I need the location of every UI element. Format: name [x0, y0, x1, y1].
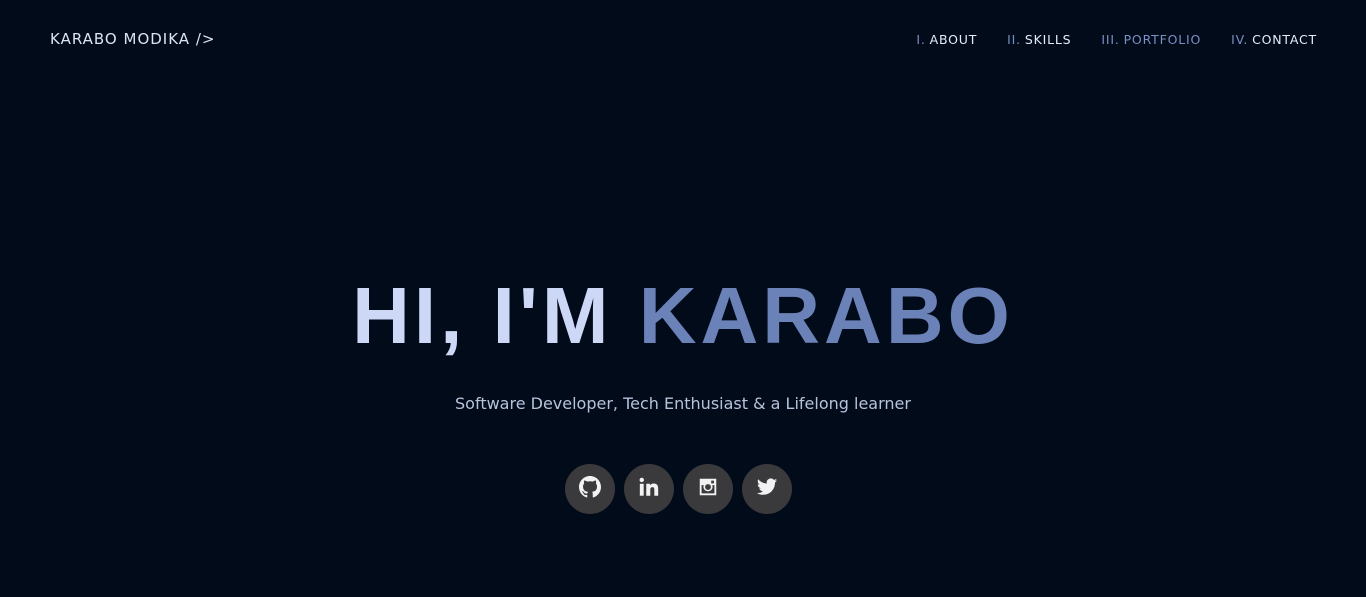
hero-subtitle: Software Developer, Tech Enthusiast & a …: [455, 394, 911, 413]
nav-item-label: SKILLS: [1024, 32, 1072, 47]
nav-item-about[interactable]: I. ABOUT: [916, 32, 977, 47]
nav-item-label: CONTACT: [1252, 32, 1317, 47]
twitter-link-button[interactable]: [742, 464, 792, 514]
nav-item-label: PORTFOLIO: [1123, 32, 1202, 47]
social-links: [565, 464, 792, 514]
nav-item-skills[interactable]: II. SKILLS: [1007, 32, 1071, 47]
page: KARABO MODIKA /> I. ABOUT II. SKILLS III. P…: [0, 0, 1366, 597]
github-link-button[interactable]: [565, 464, 615, 514]
nav-item-number: I.: [916, 32, 926, 47]
nav-item-number: II.: [1007, 32, 1021, 47]
nav-item-number: III.: [1101, 32, 1120, 47]
github-icon: [579, 475, 601, 503]
hero-name: KARABO: [638, 271, 1014, 360]
linkedin-icon: [638, 476, 660, 503]
instagram-icon: [697, 476, 719, 503]
brand-logo-link[interactable]: KARABO MODIKA />: [50, 30, 215, 48]
twitter-icon: [756, 476, 778, 503]
hero-title: HI, I'M KARABO: [0, 268, 1366, 364]
nav-item-portfolio[interactable]: III. PORTFOLIO: [1101, 32, 1201, 47]
instagram-link-button[interactable]: [683, 464, 733, 514]
main-nav: I. ABOUT II. SKILLS III. PORTFOLIO IV. CONTA…: [916, 32, 1317, 47]
nav-item-label: ABOUT: [929, 32, 978, 47]
nav-item-contact[interactable]: IV. CONTACT: [1231, 32, 1317, 47]
linkedin-link-button[interactable]: [624, 464, 674, 514]
nav-item-number: IV.: [1231, 32, 1249, 47]
hero-greeting: HI, I'M: [352, 271, 639, 360]
